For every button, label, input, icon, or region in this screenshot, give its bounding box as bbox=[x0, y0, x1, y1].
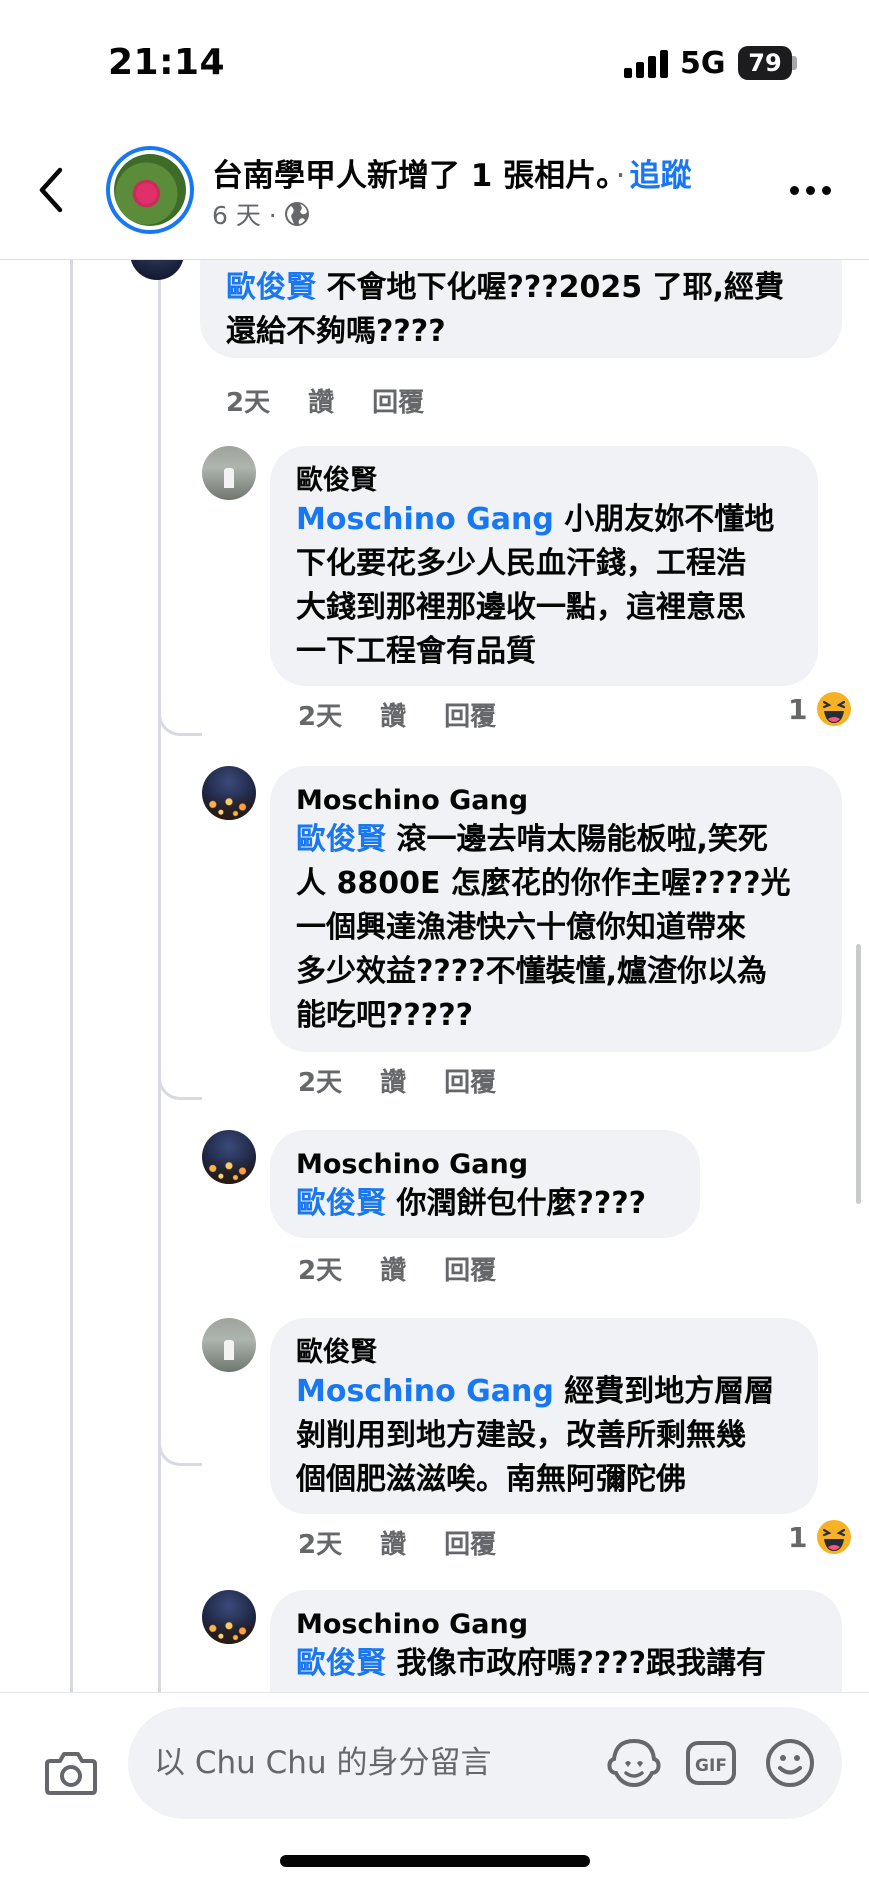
like-button[interactable]: 讚 bbox=[380, 696, 406, 733]
network-type: 5G bbox=[680, 46, 726, 81]
like-button[interactable]: 讚 bbox=[308, 382, 334, 419]
comment-time: 2天 bbox=[298, 1068, 343, 1098]
thread-line-outer bbox=[70, 260, 73, 1692]
haha-reaction-icon bbox=[817, 692, 852, 726]
thread-connector bbox=[158, 760, 202, 1100]
avatar[interactable] bbox=[202, 1318, 256, 1372]
avatar[interactable] bbox=[202, 446, 256, 500]
comment-box: GIF bbox=[128, 1707, 842, 1819]
comment-actions: 2天 讚 回覆 bbox=[298, 1250, 496, 1287]
mention-link[interactable]: 歐俊賢 bbox=[296, 1186, 386, 1221]
post-time: 6 天 · bbox=[212, 201, 277, 230]
reply-button[interactable]: 回覆 bbox=[372, 382, 424, 419]
comment-bubble[interactable]: 歐俊賢 Moschino Gang 小朋友妳不懂地 下化要花多少人民血汗錢，工程… bbox=[270, 446, 818, 686]
comment-bubble[interactable]: Moschino Gang 歐俊賢 滾一邊去啃太陽能板啦,笑死 人 8800E … bbox=[270, 766, 842, 1052]
reaction-summary[interactable]: 1 bbox=[788, 1518, 853, 1556]
like-button[interactable]: 讚 bbox=[380, 1250, 406, 1287]
comment-bubble[interactable]: Moschino Gang 歐俊賢 我像市政府嗎????跟我講有 bbox=[270, 1590, 842, 1692]
gif-icon: GIF bbox=[686, 1741, 736, 1785]
comment-actions: 2天 讚 回覆 bbox=[298, 1524, 496, 1561]
mention-link[interactable]: Moschino Gang bbox=[296, 502, 554, 537]
status-bar: 21:14 5G 79 bbox=[0, 0, 869, 120]
camera-button[interactable] bbox=[44, 1749, 98, 1797]
comment-actions: 2天 讚 回覆 bbox=[298, 696, 496, 733]
thread-connector bbox=[158, 440, 202, 736]
comment-time: 2天 bbox=[298, 1256, 343, 1286]
comment-author[interactable]: 歐俊賢 bbox=[296, 1336, 792, 1370]
like-button[interactable]: 讚 bbox=[380, 1524, 406, 1561]
comment-text: 歐俊賢 滾一邊去啃太陽能板啦,笑死 人 8800E 怎麼花的你作主喔????光 … bbox=[296, 822, 791, 1033]
comment-text: 歐俊賢 不會地下化喔???2025 了耶,經費 還給不夠嗎???? bbox=[226, 270, 784, 349]
thread-connector bbox=[158, 1490, 202, 1692]
reply-button[interactable]: 回覆 bbox=[444, 696, 496, 733]
comment-input[interactable] bbox=[154, 1735, 584, 1791]
mention-link[interactable]: 歐俊賢 bbox=[296, 822, 386, 857]
avatar[interactable] bbox=[202, 1130, 256, 1184]
comment-thread[interactable]: 歐俊賢 不會地下化喔???2025 了耶,經費 還給不夠嗎???? 2天 讚 回… bbox=[0, 260, 869, 1692]
comment-author[interactable]: 歐俊賢 bbox=[296, 464, 792, 498]
comment-actions: 2天 讚 回覆 bbox=[226, 382, 424, 419]
like-button[interactable]: 讚 bbox=[380, 1062, 406, 1099]
status-time: 21:14 bbox=[108, 42, 226, 83]
comment-bubble[interactable]: 歐俊賢 Moschino Gang 經費到地方層層 剝削用到地方建設，改善所剩無… bbox=[270, 1318, 818, 1514]
back-button[interactable] bbox=[30, 160, 74, 220]
comment-time: 2天 bbox=[298, 1530, 343, 1560]
comment-author[interactable]: Moschino Gang bbox=[296, 784, 816, 818]
avatar[interactable] bbox=[202, 1590, 256, 1644]
globe-icon bbox=[284, 202, 309, 226]
thread-connector bbox=[158, 1120, 202, 1466]
comment-bubble[interactable]: Moschino Gang 歐俊賢 你潤餅包什麼???? bbox=[270, 1130, 700, 1238]
avatar[interactable] bbox=[130, 260, 184, 280]
avatar[interactable] bbox=[202, 766, 256, 820]
scrollbar[interactable] bbox=[856, 944, 861, 1204]
follow-button[interactable]: 追蹤 bbox=[630, 158, 692, 194]
comment-author[interactable]: Moschino Gang bbox=[296, 1608, 816, 1642]
reply-button[interactable]: 回覆 bbox=[444, 1524, 496, 1561]
comment-text: 歐俊賢 你潤餅包什麼???? bbox=[296, 1186, 647, 1221]
comment-bubble[interactable]: 歐俊賢 不會地下化喔???2025 了耶,經費 還給不夠嗎???? bbox=[200, 260, 842, 358]
comment-time: 2天 bbox=[298, 702, 343, 732]
mention-link[interactable]: 歐俊賢 bbox=[296, 1646, 386, 1681]
page-avatar[interactable] bbox=[106, 146, 194, 234]
post-header: 台南學甲人新增了 1 張相片。 · 追蹤 6 天 · bbox=[0, 120, 869, 260]
camera-icon bbox=[45, 1752, 97, 1795]
home-indicator[interactable] bbox=[280, 1855, 590, 1867]
comment-time: 2天 bbox=[226, 388, 271, 418]
avatar-sticker-icon bbox=[607, 1738, 661, 1788]
chevron-left-icon bbox=[39, 167, 63, 213]
reply-button[interactable]: 回覆 bbox=[444, 1062, 496, 1099]
mention-link[interactable]: 歐俊賢 bbox=[226, 270, 316, 305]
post-title: 台南學甲人新增了 1 張相片。 · 追蹤 bbox=[212, 158, 692, 194]
gif-label: GIF bbox=[695, 1756, 727, 1776]
signal-icon bbox=[624, 50, 668, 78]
comment-text: 歐俊賢 我像市政府嗎????跟我講有 bbox=[296, 1646, 767, 1681]
page-name[interactable]: 台南學甲人新增了 1 張相片。 bbox=[212, 158, 612, 194]
gif-button[interactable]: GIF bbox=[686, 1741, 736, 1785]
comment-actions: 2天 讚 回覆 bbox=[298, 1062, 496, 1099]
emoji-button[interactable] bbox=[764, 1737, 816, 1789]
more-options-button[interactable] bbox=[790, 180, 840, 200]
mention-link[interactable]: Moschino Gang bbox=[296, 1374, 554, 1409]
reaction-count: 1 bbox=[788, 1520, 808, 1554]
battery-cap bbox=[792, 56, 797, 70]
app-screen: 21:14 5G 79 台南學甲人新增了 1 張相片。 · 追蹤 6 天 · 歐… bbox=[0, 0, 869, 1884]
comment-text: Moschino Gang 小朋友妳不懂地 下化要花多少人民血汗錢，工程浩 大錢… bbox=[296, 502, 775, 669]
comment-composer: GIF bbox=[0, 1692, 869, 1884]
reply-button[interactable]: 回覆 bbox=[444, 1250, 496, 1287]
haha-reaction-icon bbox=[817, 1520, 852, 1554]
battery-icon: 79 bbox=[738, 46, 792, 80]
emoji-icon bbox=[766, 1739, 814, 1787]
reaction-count: 1 bbox=[788, 692, 808, 726]
comment-author[interactable]: Moschino Gang bbox=[296, 1148, 674, 1182]
comment-text: Moschino Gang 經費到地方層層 剝削用到地方建設，改善所剩無幾 個個… bbox=[296, 1374, 775, 1497]
post-meta: 6 天 · bbox=[212, 196, 311, 232]
avatar-sticker-button[interactable] bbox=[606, 1737, 662, 1789]
reaction-summary[interactable]: 1 bbox=[788, 690, 853, 728]
